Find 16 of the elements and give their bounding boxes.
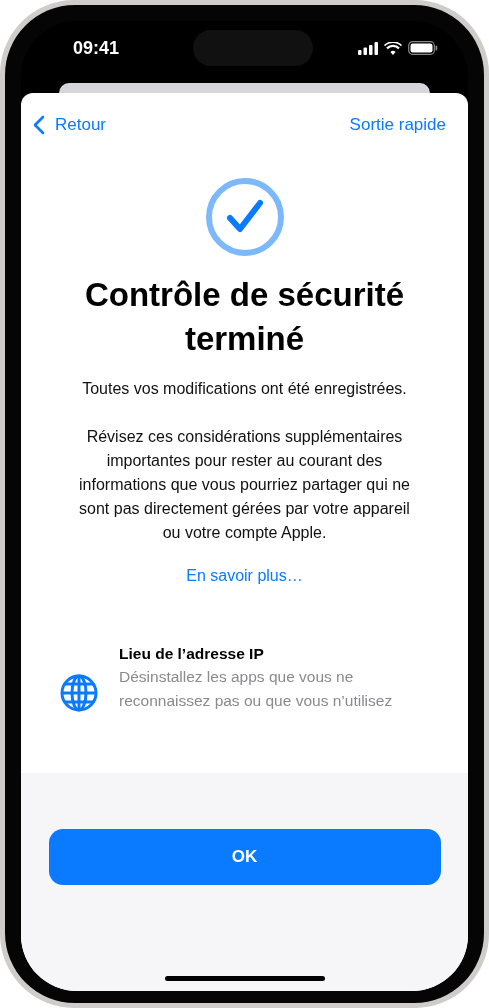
wifi-icon [384, 41, 402, 55]
learn-more-link[interactable]: En savoir plus… [186, 567, 303, 585]
status-time: 09:41 [73, 37, 121, 59]
chevron-left-icon [33, 115, 45, 135]
battery-icon [408, 41, 438, 55]
item-description: Désinstallez les apps que vous ne reconnaissez pas ou que vous n’utilisez [119, 667, 394, 711]
globe-icon [59, 673, 99, 713]
quick-exit-button[interactable]: Sortie rapide [347, 113, 448, 137]
back-button[interactable]: Retour [31, 113, 109, 137]
title: Contrôle de sécurité terminé [83, 275, 406, 359]
message-text: Toutes vos modifications ont été enregistrées. [81, 379, 408, 399]
checkmark-circle-icon [204, 177, 285, 257]
ok-button[interactable]: OK [48, 829, 441, 885]
signal-icon [358, 41, 378, 55]
item-title: Lieu de l’adresse IP [119, 644, 265, 664]
message-text: Révisez ces considérations supplémentaires importantes pour rester au courant des informations que vous pourriez partager qui ne sont pas directement gérées par votre appareil ou votre compte Apple. [78, 427, 411, 543]
